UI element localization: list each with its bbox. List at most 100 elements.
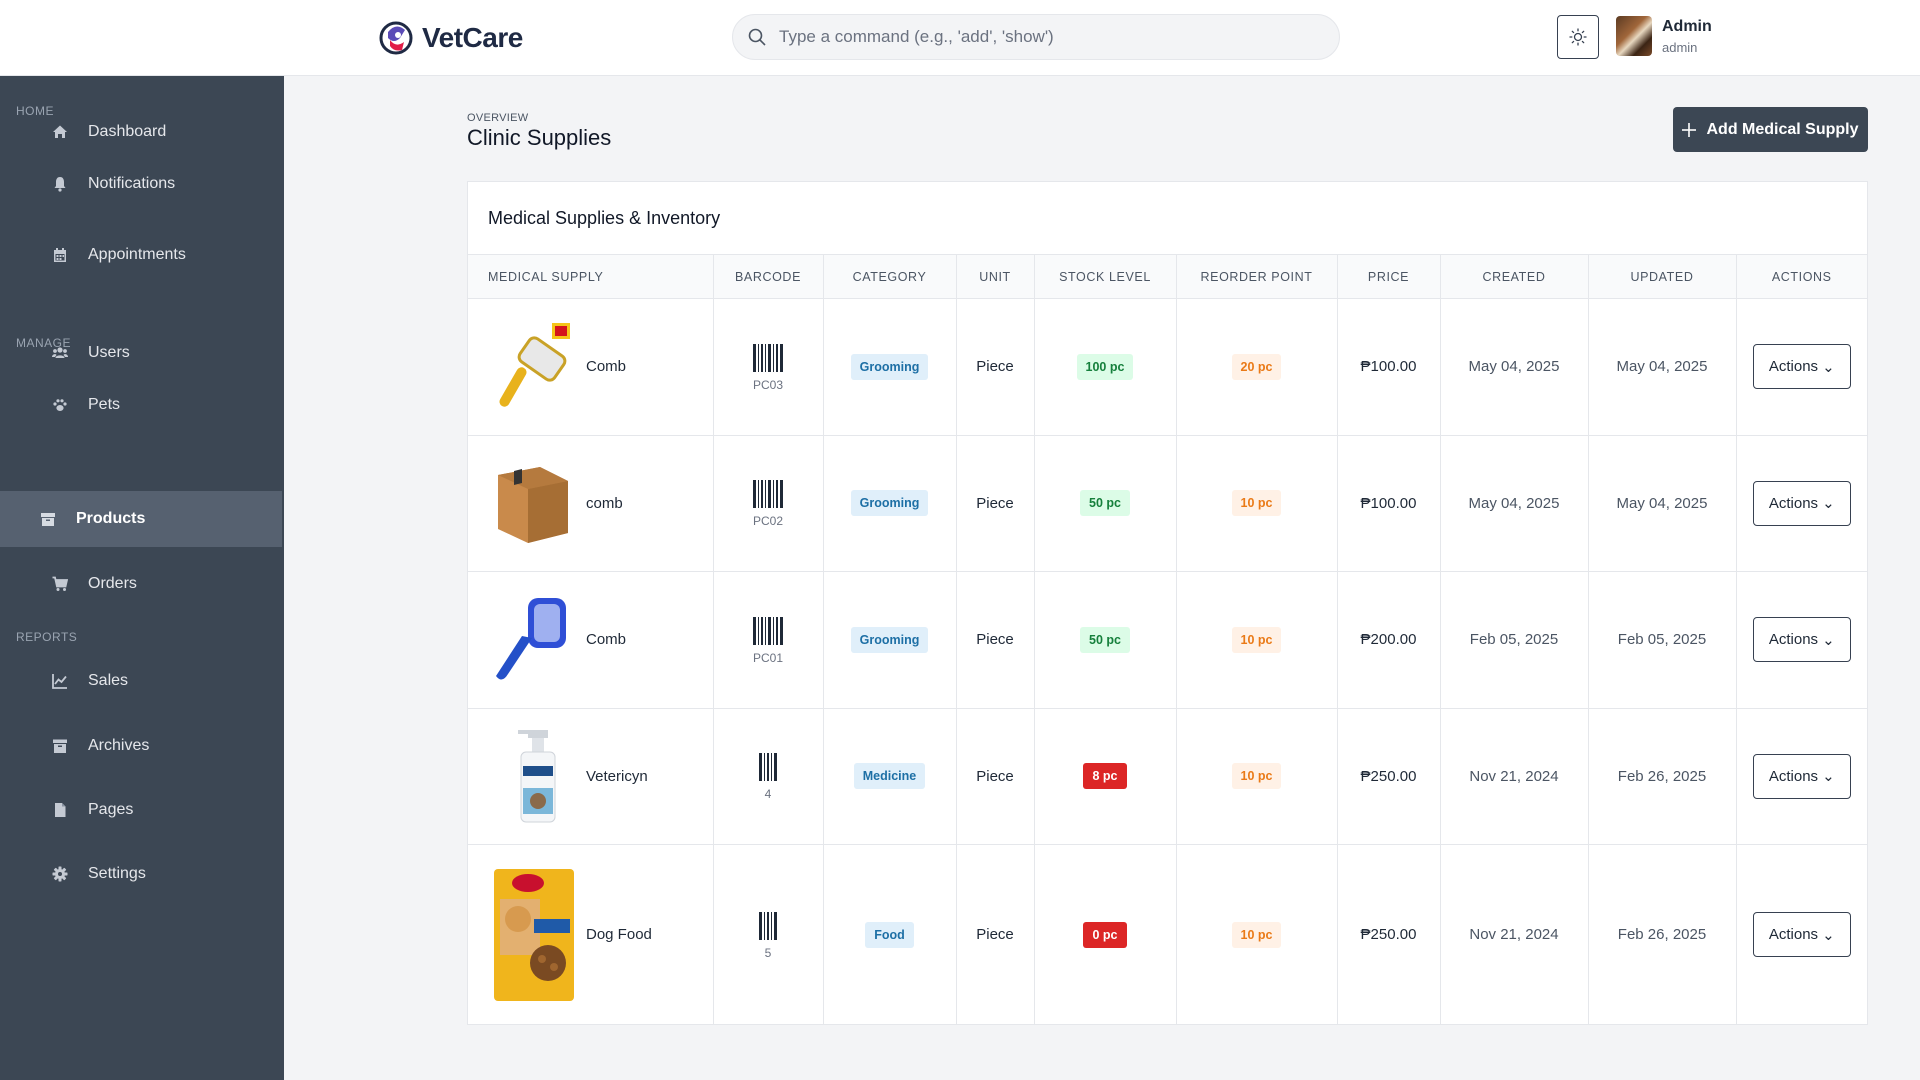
stock-badge: 100 pc [1076, 353, 1134, 380]
calendar-icon [54, 248, 66, 262]
updated-date: Feb 26, 2025 [1588, 708, 1737, 845]
sidebar-item-orders[interactable]: Orders [0, 556, 284, 612]
updated-date: May 04, 2025 [1588, 435, 1737, 572]
price-cell: ₱200.00 [1337, 571, 1441, 709]
column-header[interactable]: UPDATED [1588, 254, 1737, 299]
actions-label: Actions [1768, 767, 1819, 785]
stock-badge: 0 pc [1083, 921, 1127, 948]
column-header: ACTIONS [1736, 254, 1867, 299]
actions-label: Actions [1768, 926, 1819, 944]
supply-name[interactable]: Comb [586, 358, 626, 375]
supply-cell: Comb [468, 590, 713, 690]
actions-dropdown-button[interactable]: Actions ⌄ [1752, 480, 1851, 526]
sun-icon [1569, 28, 1587, 46]
barcode: PC02 [714, 478, 823, 528]
category-badge: Medicine [853, 763, 926, 790]
page-title: Clinic Supplies [467, 125, 612, 150]
updated-date: May 04, 2025 [1588, 298, 1737, 436]
actions-dropdown-button[interactable]: Actions ⌄ [1752, 753, 1851, 799]
created-date: Nov 21, 2024 [1440, 844, 1589, 1025]
column-header[interactable]: REORDER POINT [1176, 254, 1338, 299]
barcode-value: 5 [764, 945, 772, 960]
sidebar-item-settings[interactable]: Settings [0, 846, 284, 902]
sidebar-item-label: Appointments [88, 246, 186, 263]
category-badge: Food [865, 921, 914, 948]
add-medical-supply-button[interactable]: Add Medical Supply [1673, 107, 1868, 152]
sidebar: HOME Dashboard Notifications Appointment… [0, 76, 284, 1080]
unit-cell: Piece [956, 435, 1035, 572]
sidebar-item-notifications[interactable]: Notifications [0, 156, 284, 212]
table-row: comb PC02 Grooming Piece 50 pc 10 pc ₱10… [468, 435, 1867, 572]
chevron-down-icon: ⌄ [1822, 358, 1835, 376]
barcode: 5 [714, 910, 823, 960]
sidebar-item-appointments[interactable]: Appointments [0, 227, 284, 283]
avatar [1616, 16, 1652, 56]
supply-name[interactable]: Vetericyn [586, 768, 648, 785]
sidebar-item-label: Settings [88, 865, 146, 882]
sidebar-item-label: Pages [88, 801, 134, 818]
product-image-slicker-brush [488, 590, 578, 690]
product-image-box [488, 453, 578, 553]
sidebar-item-archives[interactable]: Archives [0, 718, 284, 774]
reorder-badge: 10 pc [1231, 490, 1282, 517]
created-date: Feb 05, 2025 [1440, 571, 1589, 709]
supply-name[interactable]: Dog Food [586, 926, 652, 943]
table-row: Comb PC03 Grooming Piece 100 pc 20 pc ₱1… [468, 298, 1867, 436]
price-cell: ₱100.00 [1337, 435, 1441, 572]
box-icon [41, 513, 55, 526]
sidebar-item-label: Users [88, 344, 130, 361]
column-header[interactable]: STOCK LEVEL [1034, 254, 1177, 299]
updated-date: Feb 26, 2025 [1588, 844, 1737, 1025]
add-button-label: Add Medical Supply [1706, 120, 1859, 138]
sidebar-item-sales[interactable]: Sales [0, 653, 284, 709]
actions-label: Actions [1768, 494, 1819, 512]
sidebar-item-label: Pets [88, 396, 121, 413]
sidebar-item-dashboard[interactable]: Dashboard [0, 104, 284, 160]
search-icon [748, 28, 766, 46]
reorder-badge: 20 pc [1231, 353, 1282, 380]
barcode-icon [759, 911, 777, 940]
supply-cell: Vetericyn [468, 726, 713, 826]
column-header[interactable]: MEDICAL SUPPLY [468, 254, 714, 299]
page-eyebrow: OVERVIEW [467, 112, 529, 124]
barcode-value: PC01 [752, 650, 784, 665]
sidebar-item-label: Sales [88, 672, 129, 689]
table-header-row: MEDICAL SUPPLY BARCODE CATEGORY UNIT STO… [468, 254, 1867, 299]
price-cell: ₱100.00 [1337, 298, 1441, 436]
sidebar-item-pages[interactable]: Pages [0, 782, 284, 838]
theme-toggle-button[interactable] [1557, 15, 1599, 59]
barcode-icon [759, 753, 777, 782]
search-input[interactable] [779, 27, 1319, 47]
chevron-down-icon: ⌄ [1822, 926, 1835, 944]
column-header[interactable]: PRICE [1337, 254, 1441, 299]
sidebar-item-users[interactable]: Users [0, 325, 284, 381]
card-title: Medical Supplies & Inventory [488, 208, 721, 228]
plus-icon [1682, 122, 1697, 137]
command-search[interactable] [732, 14, 1340, 60]
supply-name[interactable]: comb [586, 495, 623, 512]
product-image-dog-food-bag [488, 865, 578, 1005]
table-row: Dog Food 5 Food Piece 0 pc 10 pc ₱250.00… [468, 844, 1867, 1025]
price-cell: ₱250.00 [1337, 708, 1441, 845]
column-header[interactable]: UNIT [956, 254, 1035, 299]
column-header[interactable]: BARCODE [713, 254, 824, 299]
user-role: admin [1662, 39, 1698, 55]
unit-cell: Piece [956, 298, 1035, 436]
brand[interactable]: VetCare [378, 18, 523, 58]
sidebar-item-pets[interactable]: Pets [0, 377, 284, 433]
column-header[interactable]: CATEGORY [823, 254, 957, 299]
actions-dropdown-button[interactable]: Actions ⌄ [1752, 344, 1851, 390]
actions-dropdown-button[interactable]: Actions ⌄ [1752, 912, 1851, 958]
user-name: Admin [1662, 17, 1712, 35]
sidebar-item-products[interactable]: Products [0, 491, 282, 547]
file-icon [55, 803, 66, 817]
supply-name[interactable]: Comb [586, 631, 626, 648]
actions-dropdown-button[interactable]: Actions ⌄ [1752, 617, 1851, 663]
sidebar-item-label: Notifications [88, 175, 176, 192]
user-menu[interactable]: Admin admin [1616, 16, 1712, 56]
home-icon [53, 125, 67, 138]
top-bar: VetCare Admin admin [0, 0, 1920, 76]
created-date: May 04, 2025 [1440, 435, 1589, 572]
column-header[interactable]: CREATED [1440, 254, 1589, 299]
barcode: PC03 [714, 342, 823, 392]
